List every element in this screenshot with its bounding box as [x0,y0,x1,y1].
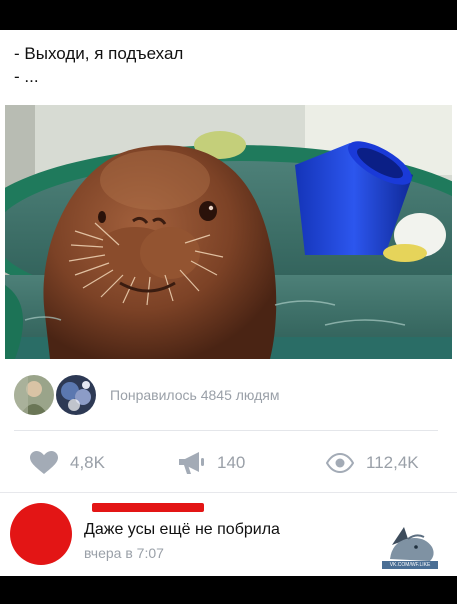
like-count: 4,8K [70,453,105,472]
post-card: - Выходи, я подъехал - ... Понравилось 4… [0,30,457,576]
top-black-bar [0,0,457,30]
divider [14,430,438,431]
caption-line-1: - Выходи, я подъехал [14,44,184,63]
heart-icon [30,451,58,474]
like-button[interactable]: 4,8K [30,450,105,476]
cat-logo-icon [390,527,434,561]
comment-time[interactable]: вчера в 7:07 [84,545,164,561]
share-count: 140 [217,453,246,472]
post-caption: - Выходи, я подъехал - ... [14,42,183,88]
megaphone-icon [179,452,204,474]
liker-avatar-1[interactable] [14,375,54,415]
commenter-avatar[interactable] [10,503,72,565]
watermark-text: VK.COM/WF.LIKE [382,561,438,569]
post-photo[interactable] [5,105,452,359]
liked-by-text[interactable]: Понравилось 4845 людям [110,387,279,403]
watermark-logo: VK.COM/WF.LIKE [382,523,438,569]
comment-item: Даже усы ещё не побрила вчера в 7:07 47 … [0,493,457,576]
views-count: 112,4K [366,453,419,472]
liked-by-row[interactable]: Понравилось 4845 людям [14,373,444,417]
post-actions: 4,8K 140 112,4K [30,450,440,476]
caption-line-2: - ... [14,67,39,86]
walrus-image [5,105,452,359]
commenter-name-redacted[interactable] [92,503,204,512]
eye-icon [326,453,354,473]
liker-avatar-2[interactable] [56,375,96,415]
comment-text: Даже усы ещё не побрила [84,521,280,538]
views-counter: 112,4K [326,450,419,476]
bottom-black-bar [0,576,457,604]
share-button[interactable]: 140 [177,450,245,476]
